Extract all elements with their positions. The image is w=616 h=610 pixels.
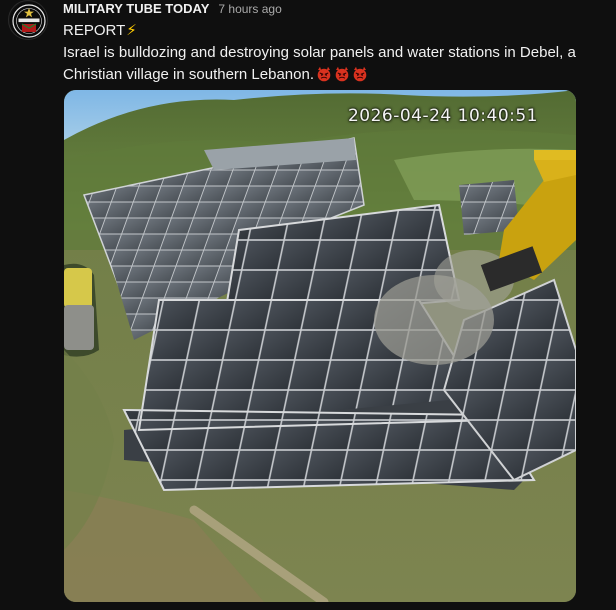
video-still-image [64, 90, 576, 602]
emoji-group [316, 66, 370, 82]
post-timestamp-link[interactable]: 7 hours ago [218, 2, 281, 16]
angry-devil-face-icon [316, 66, 332, 82]
channel-name-link[interactable]: MILITARY TUBE TODAY [63, 1, 209, 16]
video-overlay-timestamp: 2026-04-24 10:40:51 [347, 106, 538, 126]
channel-avatar[interactable] [8, 0, 48, 40]
angry-devil-face-icon [352, 66, 368, 82]
post-header: MILITARY TUBE TODAY 7 hours ago [63, 1, 282, 17]
angry-devil-face-icon [334, 66, 350, 82]
post-video-thumbnail[interactable]: 2026-04-24 10:40:51 [64, 90, 576, 602]
post-body: REPORT ⚡ Israel is bulldozing and destroy… [63, 20, 613, 86]
headline-text: REPORT [63, 22, 126, 39]
lightning-bolt-icon: ⚡ [126, 22, 137, 39]
channel-logo-icon [10, 2, 47, 39]
post-headline: REPORT ⚡ [63, 20, 613, 42]
community-post: MILITARY TUBE TODAY 7 hours ago REPORT ⚡ … [0, 0, 616, 610]
post-text: Israel is bulldozing and destroying sola… [63, 42, 613, 86]
